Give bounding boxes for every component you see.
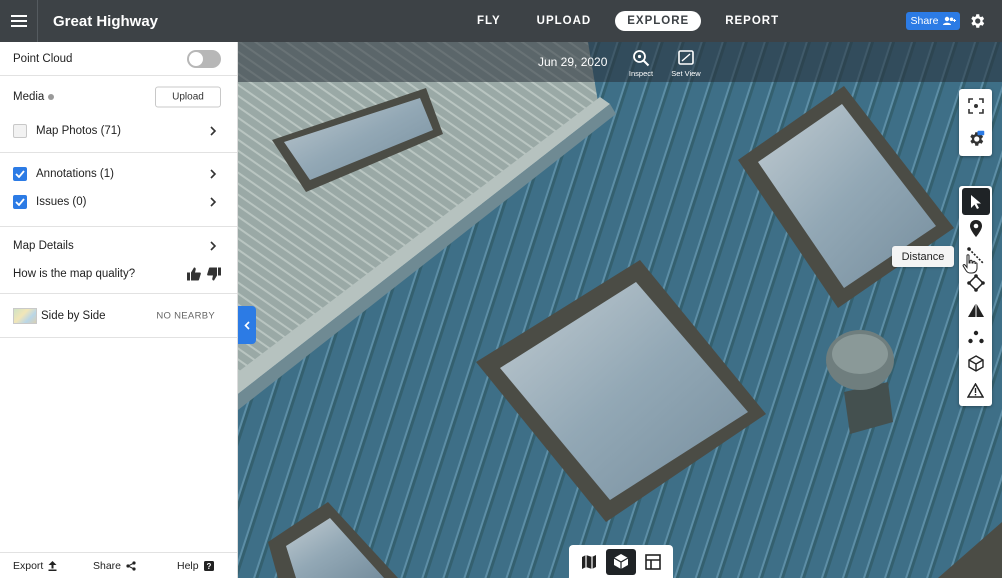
volume-cube-icon[interactable]	[962, 350, 990, 377]
focus-frame-icon[interactable]	[962, 92, 990, 119]
layers-section: Annotations (1) Issues (0)	[0, 153, 237, 227]
project-title: Great Highway	[53, 12, 159, 30]
map-details-label: Map Details	[13, 240, 74, 252]
annotations-checkbox[interactable]	[13, 167, 27, 181]
tab-explore[interactable]: EXPLORE	[615, 11, 702, 31]
tab-upload[interactable]: UPLOAD	[525, 11, 604, 31]
gear-icon[interactable]	[968, 12, 986, 30]
set-view-tool[interactable]: Set View	[664, 49, 708, 78]
media-section: Media Upload Map Photos (71)	[0, 76, 237, 153]
info-icon[interactable]	[48, 94, 55, 100]
chevron-right-icon	[210, 169, 217, 179]
inspect-label: Inspect	[628, 69, 654, 78]
checkmark-icon	[15, 198, 25, 206]
share-button-label: Share	[910, 15, 939, 27]
map-viewport[interactable]: Jun 29, 2020 Inspect Set View Distance	[238, 42, 1002, 578]
map-thumbnail	[13, 308, 37, 324]
elevation-icon[interactable]	[962, 296, 990, 323]
set-view-label: Set View	[671, 69, 701, 78]
checkmark-icon	[15, 170, 25, 178]
export-button[interactable]: Export	[13, 560, 57, 572]
thumbs-up-icon[interactable]	[187, 267, 201, 281]
annotations-label: Annotations (1)	[36, 168, 114, 180]
view-tools-card	[959, 89, 992, 156]
tab-fly[interactable]: FLY	[465, 11, 513, 31]
map-photos-label: Map Photos (71)	[36, 125, 122, 137]
inspect-tool[interactable]: Inspect	[619, 49, 663, 78]
issues-label: Issues (0)	[36, 196, 87, 208]
add-users-icon	[942, 16, 956, 25]
view-mode-switcher	[569, 545, 673, 578]
help-question-icon: ?	[203, 561, 214, 571]
share-button[interactable]: Share	[906, 12, 960, 30]
top-bar: Great Highway FLY UPLOAD EXPLORE REPORT …	[0, 0, 1002, 42]
collapse-sidebar-button[interactable]	[238, 306, 256, 344]
2d-map-icon[interactable]	[574, 549, 604, 575]
sidebar: Point Cloud Media Upload Map Photos (71)…	[0, 42, 238, 578]
distance-tooltip: Distance	[892, 246, 954, 267]
warning-triangle-icon[interactable]	[962, 377, 990, 404]
point-cloud-toggle[interactable]	[187, 50, 221, 68]
map-quality-feedback	[187, 267, 221, 281]
footer-share-label: Share	[93, 560, 122, 572]
set-view-frame-icon	[678, 50, 694, 65]
hamburger-menu-icon[interactable]	[0, 0, 38, 42]
map-details-section: Map Details How is the map quality?	[0, 227, 237, 294]
render-settings-icon[interactable]	[962, 125, 990, 152]
hand-cursor-icon	[962, 254, 978, 274]
map-photos-row[interactable]: Map Photos (71)	[0, 117, 237, 145]
export-arrow-icon	[48, 561, 57, 571]
share-network-icon	[126, 561, 136, 571]
help-label: Help	[177, 560, 199, 572]
capture-date[interactable]: Jun 29, 2020	[538, 55, 607, 69]
location-pin-icon[interactable]	[962, 215, 990, 242]
annotations-row[interactable]: Annotations (1)	[0, 160, 237, 188]
side-by-side-row[interactable]: Side by Side NO NEARBY	[0, 302, 237, 330]
footer-share-button[interactable]: Share	[93, 560, 136, 572]
points-icon[interactable]	[962, 323, 990, 350]
svg-text:?: ?	[206, 562, 211, 571]
point-cloud-row: Point Cloud	[0, 42, 237, 76]
3d-model-icon[interactable]	[606, 548, 636, 575]
nearby-status: NO NEARBY	[156, 310, 215, 322]
chevron-right-icon	[210, 241, 217, 251]
map-header-bar: Jun 29, 2020 Inspect Set View	[238, 42, 1002, 82]
thumbs-down-icon[interactable]	[207, 267, 221, 281]
main-nav: FLY UPLOAD EXPLORE REPORT	[465, 0, 803, 42]
export-label: Export	[13, 560, 44, 572]
side-by-side-section: Side by Side NO NEARBY	[0, 294, 237, 338]
layout-compare-icon[interactable]	[638, 549, 668, 575]
issues-checkbox[interactable]	[13, 195, 27, 209]
chevron-right-icon	[210, 197, 217, 207]
sidebar-footer: Export Share Help ?	[0, 552, 237, 578]
help-button[interactable]: Help ?	[177, 560, 214, 572]
inspect-magnifier-icon	[633, 50, 650, 67]
side-by-side-label: Side by Side	[41, 310, 106, 322]
map-details-row[interactable]: Map Details	[0, 232, 237, 260]
map-quality-row: How is the map quality?	[0, 260, 237, 288]
point-cloud-section: Point Cloud	[0, 42, 237, 76]
map-quality-label: How is the map quality?	[13, 268, 136, 280]
map-photos-checkbox[interactable]	[13, 124, 27, 138]
upload-button[interactable]: Upload	[155, 86, 221, 108]
tab-report[interactable]: REPORT	[713, 11, 791, 31]
chevron-left-icon	[244, 320, 250, 330]
chevron-right-icon	[210, 126, 217, 136]
measure-tools-card	[959, 186, 992, 406]
media-row: Media Upload	[0, 83, 237, 111]
point-cloud-label: Point Cloud	[13, 53, 73, 65]
roof-3d-scene[interactable]	[238, 42, 1002, 578]
issues-row[interactable]: Issues (0)	[0, 188, 237, 216]
media-label: Media	[13, 91, 45, 103]
select-cursor-icon[interactable]	[961, 188, 990, 215]
